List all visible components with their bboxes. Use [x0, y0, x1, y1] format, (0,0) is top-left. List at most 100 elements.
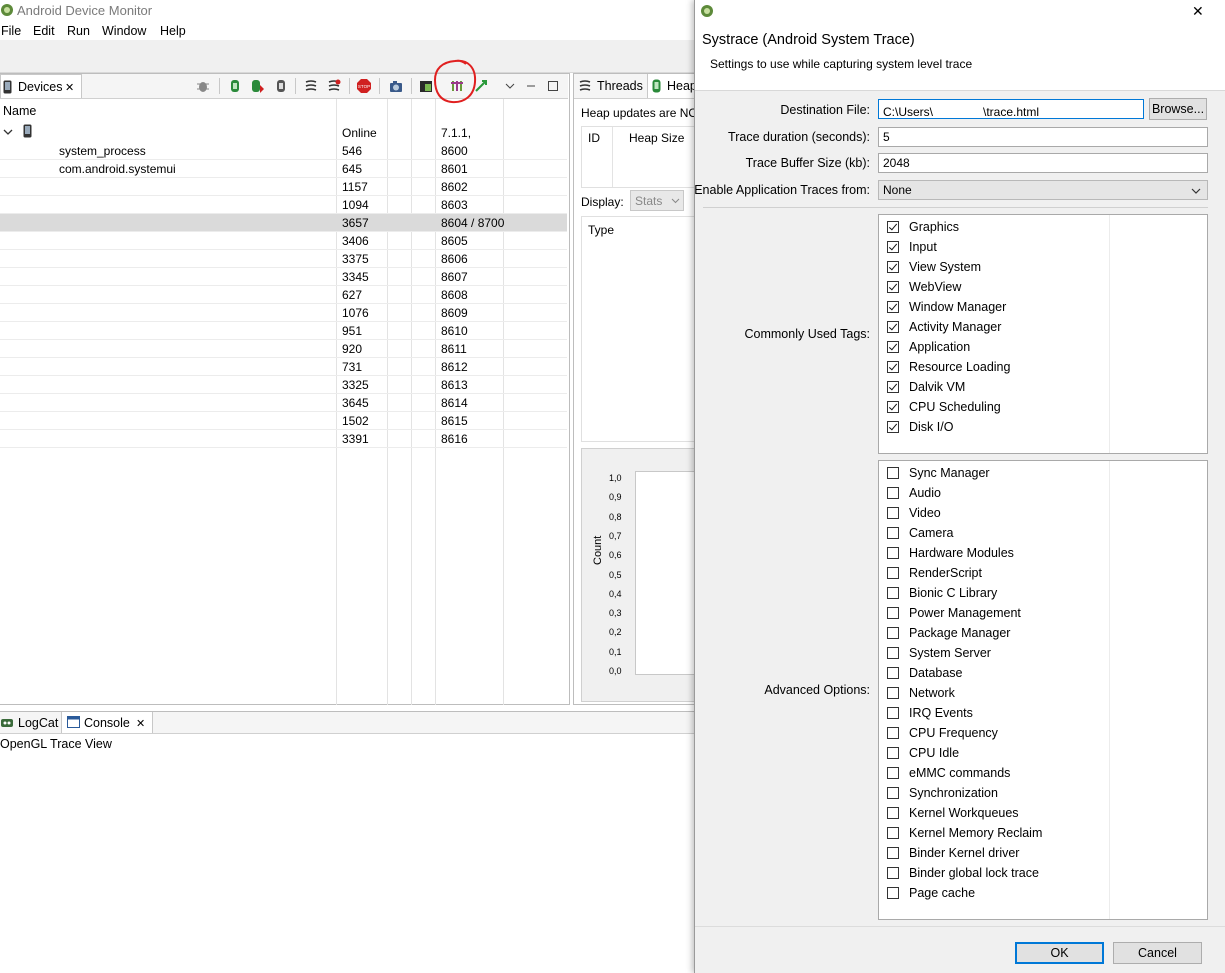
- checkbox-unchecked[interactable]: [887, 547, 899, 559]
- checkbox-checked[interactable]: [887, 361, 899, 373]
- process-port: 8602: [441, 180, 468, 194]
- checkbox-unchecked[interactable]: [887, 687, 899, 699]
- checkbox-unchecked[interactable]: [887, 767, 899, 779]
- screen-capture-icon[interactable]: [389, 79, 403, 93]
- app-traces-select[interactable]: None: [878, 180, 1208, 200]
- checkbox-unchecked[interactable]: [887, 747, 899, 759]
- common-tag-option-label: Dalvik VM: [909, 380, 966, 394]
- cancel-button[interactable]: Cancel: [1113, 942, 1202, 964]
- process-pid: 1157: [342, 180, 368, 194]
- checkbox-checked[interactable]: [887, 281, 899, 293]
- update-heap-icon[interactable]: [228, 79, 242, 93]
- checkbox-checked[interactable]: [887, 321, 899, 333]
- process-row[interactable]: 627 8608: [0, 286, 567, 304]
- process-pid: 627: [342, 288, 363, 302]
- menu-help[interactable]: Help: [160, 24, 186, 38]
- checkbox-unchecked[interactable]: [887, 527, 899, 539]
- process-row[interactable]: 1076 8609: [0, 304, 567, 322]
- process-row[interactable]: 3406 8605: [0, 232, 567, 250]
- menu-file[interactable]: File: [1, 24, 21, 38]
- checkbox-unchecked[interactable]: [887, 587, 899, 599]
- start-method-profiling-icon[interactable]: [327, 79, 341, 93]
- bottom-panel: LogCat Console ✕ OpenGL Trace View: [0, 711, 700, 753]
- checkbox-unchecked[interactable]: [887, 627, 899, 639]
- tab-devices[interactable]: Devices ✕: [0, 74, 82, 98]
- process-pid: 1094: [342, 198, 369, 212]
- debug-bug-icon[interactable]: [196, 79, 210, 93]
- checkbox-checked[interactable]: [887, 341, 899, 353]
- checkbox-unchecked[interactable]: [887, 787, 899, 799]
- close-icon[interactable]: ✕: [65, 81, 74, 94]
- menu-edit[interactable]: Edit: [33, 24, 55, 38]
- checkbox-unchecked[interactable]: [887, 647, 899, 659]
- stop-process-icon[interactable]: STOP: [357, 79, 371, 93]
- tab-logcat[interactable]: LogCat: [18, 716, 58, 730]
- process-row[interactable]: 1502 8615: [0, 412, 567, 430]
- maximize-icon[interactable]: [546, 79, 560, 93]
- chart-y-tick: 0,1: [609, 646, 622, 657]
- checkbox-checked[interactable]: [887, 401, 899, 413]
- checkbox-checked[interactable]: [887, 261, 899, 273]
- process-row[interactable]: 920 8611: [0, 340, 567, 358]
- close-icon[interactable]: ✕: [136, 717, 145, 730]
- advanced-tag-option-label: Bionic C Library: [909, 586, 998, 600]
- menu-window[interactable]: Window: [102, 24, 146, 38]
- destination-file-input[interactable]: C:\Users\ \trace.html: [878, 99, 1144, 119]
- process-row[interactable]: 3325 8613: [0, 376, 567, 394]
- process-pid: 951: [342, 324, 363, 338]
- dialog-close-icon[interactable]: ✕: [1192, 3, 1204, 20]
- process-row[interactable]: 3645 8614: [0, 394, 567, 412]
- tab-console[interactable]: Console ✕: [61, 712, 153, 733]
- checkbox-unchecked[interactable]: [887, 887, 899, 899]
- process-row[interactable]: system_process 546 8600: [0, 142, 567, 160]
- checkbox-checked[interactable]: [887, 301, 899, 313]
- chevron-down-icon[interactable]: [3, 127, 13, 137]
- process-pid: 3375: [342, 252, 369, 266]
- process-row[interactable]: 3345 8607: [0, 268, 567, 286]
- tab-heap[interactable]: Heap: [667, 79, 697, 93]
- display-select[interactable]: Stats: [630, 190, 684, 211]
- checkbox-unchecked[interactable]: [887, 507, 899, 519]
- browse-button[interactable]: Browse...: [1149, 98, 1207, 120]
- process-pid: 3345: [342, 270, 369, 284]
- checkbox-unchecked[interactable]: [887, 867, 899, 879]
- tab-console-label: Console: [84, 716, 130, 730]
- checkbox-unchecked[interactable]: [887, 827, 899, 839]
- view-menu-chevron-down-icon[interactable]: [503, 79, 517, 93]
- checkbox-unchecked[interactable]: [887, 847, 899, 859]
- checkbox-unchecked[interactable]: [887, 807, 899, 819]
- heap-tabbar: Threads Heap: [574, 74, 708, 99]
- checkbox-unchecked[interactable]: [887, 707, 899, 719]
- checkbox-unchecked[interactable]: [887, 727, 899, 739]
- advanced-tag-option-label: Power Management: [909, 606, 1021, 620]
- update-threads-icon[interactable]: [304, 79, 318, 93]
- process-row[interactable]: 3375 8606: [0, 250, 567, 268]
- checkbox-unchecked[interactable]: [887, 487, 899, 499]
- process-row[interactable]: 1157 8602: [0, 178, 567, 196]
- checkbox-unchecked[interactable]: [887, 667, 899, 679]
- trace-duration-input[interactable]: 5: [878, 127, 1208, 147]
- checkbox-checked[interactable]: [887, 241, 899, 253]
- checkbox-checked[interactable]: [887, 221, 899, 233]
- process-row[interactable]: com.android.systemui 645 8601: [0, 160, 567, 178]
- cause-gc-icon[interactable]: [274, 79, 288, 93]
- dump-hprof-icon[interactable]: [250, 79, 264, 93]
- menu-run[interactable]: Run: [67, 24, 90, 38]
- checkbox-unchecked[interactable]: [887, 467, 899, 479]
- ok-button[interactable]: OK: [1015, 942, 1104, 964]
- checkbox-checked[interactable]: [887, 421, 899, 433]
- checkbox-checked[interactable]: [887, 381, 899, 393]
- process-row[interactable]: 731 8612: [0, 358, 567, 376]
- tab-threads[interactable]: Threads: [597, 79, 643, 93]
- checkbox-unchecked[interactable]: [887, 607, 899, 619]
- trace-buffer-input[interactable]: 2048: [878, 153, 1208, 173]
- process-row[interactable]: 3391 8616: [0, 430, 567, 448]
- process-row[interactable]: 1094 8603: [0, 196, 567, 214]
- process-row[interactable]: 951 8610: [0, 322, 567, 340]
- advanced-tag-option-label: Camera: [909, 526, 954, 540]
- device-row[interactable]: Online 7.1.1,: [0, 122, 567, 142]
- checkbox-unchecked[interactable]: [887, 567, 899, 579]
- process-row[interactable]: 3657 8604 / 8700: [0, 214, 567, 232]
- minimize-icon[interactable]: [524, 79, 538, 93]
- app-traces-value: None: [883, 183, 912, 197]
